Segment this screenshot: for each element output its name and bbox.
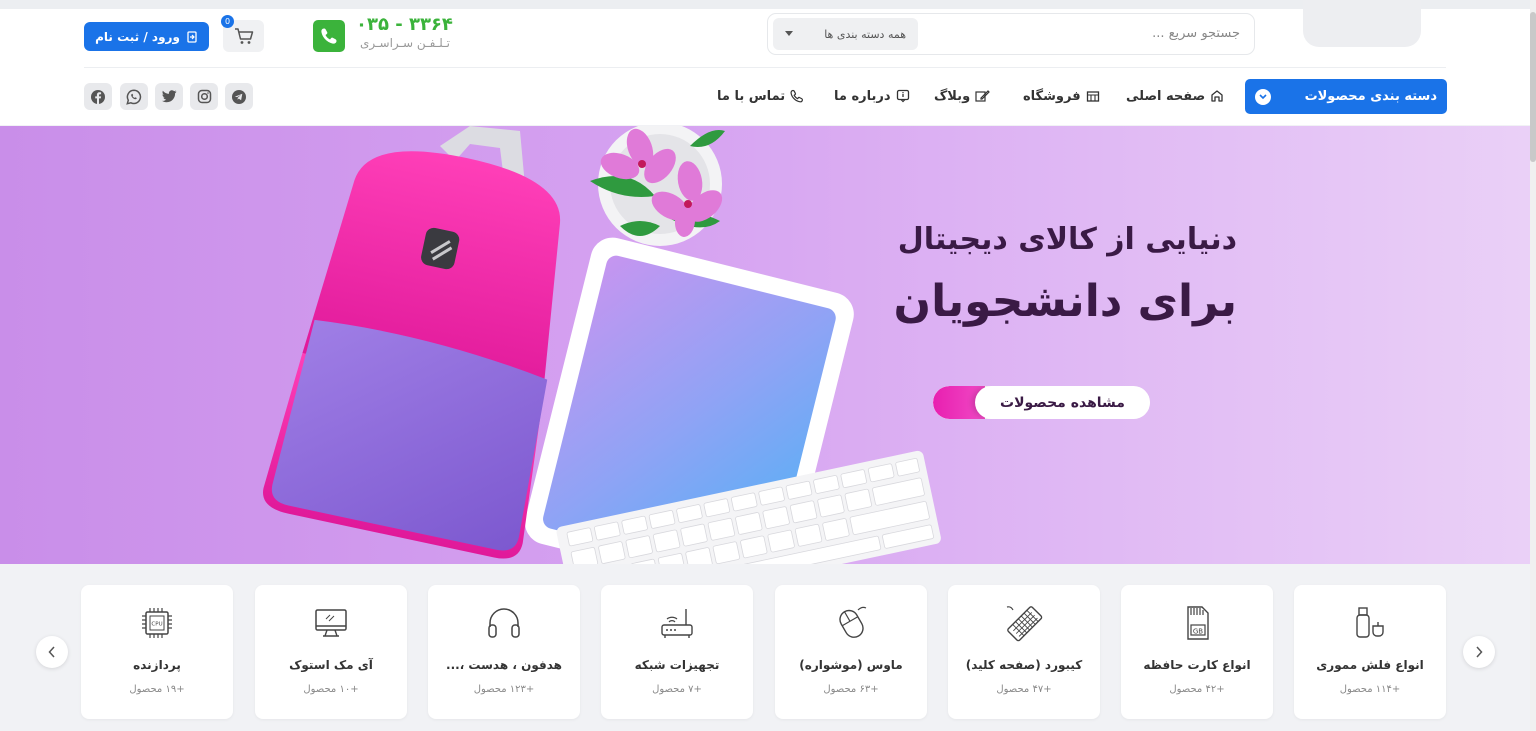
category-count: +۴۲ محصول [1169,684,1225,695]
login-icon [187,30,197,43]
hero-illustration [262,126,941,564]
category-count: +۴۷ محصول [996,684,1052,695]
login-register-button[interactable]: ورود / ثبت نام [84,22,209,51]
category-title: انواع کارت حافظه [1143,658,1251,672]
instagram-link[interactable] [190,83,218,110]
category-count: +۱۰ محصول [303,684,359,695]
phone-number: ۰۳۵ - ۳۳۶۴ [356,14,453,35]
header-divider [84,67,1446,68]
whatsapp-icon [126,89,142,105]
category-card-keyboard[interactable]: کیبورد (صفحه کلید) +۴۷ محصول [948,585,1100,719]
phone-call-icon [790,89,804,103]
chevron-down-icon [1255,88,1271,105]
category-title: هدفون ، هدست ،... [446,658,562,672]
svg-text:CPU: CPU [151,622,162,628]
usb-flash-icon [1350,603,1390,643]
phone-caption: تـلـفـن سـراسـری [360,36,450,50]
headphones-icon [484,603,524,643]
facebook-link[interactable] [84,83,112,110]
carousel-prev-button[interactable] [36,636,68,668]
cart-icon [234,28,253,44]
category-title: پردازنده [133,658,181,672]
nav-item-about[interactable]: درباره ما [834,86,910,106]
mouse-icon [831,603,871,643]
whatsapp-link[interactable] [120,83,148,110]
category-title: کیبورد (صفحه کلید) [965,658,1083,672]
category-card-imac[interactable]: آی مک استوک +۱۰ محصول [255,585,407,719]
info-icon [896,89,909,103]
cart-count-badge: 0 [221,15,234,28]
instagram-icon [197,89,211,104]
cta-label: مشاهده محصولات [975,386,1150,419]
category-select-value: همه دسته بندی ها [824,27,906,41]
category-card-mouse[interactable]: ماوس (موشواره) +۶۳ محصول [775,585,927,719]
nav-item-label: صفحه اصلی [1126,88,1206,104]
twitter-link[interactable] [155,83,183,110]
nav-item-blog[interactable]: وبلاگ [934,86,991,106]
category-title: ماوس (موشواره) [799,658,903,672]
telegram-link[interactable] [225,83,253,110]
category-card-memory-card[interactable]: GB انواع کارت حافظه +۴۲ محصول [1121,585,1273,719]
hero-headline: دنیایی از کالای دیجیتال [897,222,1237,257]
chevron-left-icon [48,646,55,658]
category-title: تجهیزات شبکه [634,658,720,672]
twitter-icon [161,90,176,103]
telegram-icon [232,89,246,104]
svg-text:GB: GB [1193,628,1203,636]
nav-item-label: فروشگاه [1023,88,1081,104]
logo-area[interactable] [1303,0,1421,47]
category-card-headphones[interactable]: هدفون ، هدست ،... +۱۲۳ محصول [428,585,580,719]
category-count: +۶۳ محصول [823,684,879,695]
hero-banner: دنیایی از کالای دیجیتال برای دانشجویان م… [0,126,1530,564]
home-icon [1211,90,1223,102]
login-label: ورود / ثبت نام [95,29,180,44]
nav-item-label: تماس با ما [717,88,786,104]
categories-button-label: دسته بندی محصولات [1304,89,1437,104]
nav-item-label: وبلاگ [934,88,971,104]
scrollbar[interactable] [1530,0,1536,731]
category-card-network[interactable]: تجهیزات شبکه +۷ محصول [601,585,753,719]
caret-down-icon [785,31,793,36]
view-products-button[interactable]: مشاهده محصولات [933,386,1150,419]
nav-item-shop[interactable]: فروشگاه [1023,86,1100,106]
scrollbar-thumb[interactable] [1530,12,1536,162]
nav-item-contact[interactable]: تماس با ما [717,86,804,106]
category-count: +۱۹ محصول [129,684,185,695]
category-title: انواع فلش مموری [1316,658,1424,672]
facebook-icon [91,89,105,104]
carousel-next-button[interactable] [1463,636,1495,668]
chevron-right-icon [1476,646,1483,658]
edit-icon [975,90,991,102]
cpu-icon: CPU [137,603,177,643]
monitor-icon [311,603,351,643]
category-count: +۱۱۴ محصول [1339,684,1401,695]
store-icon [1086,91,1099,102]
product-categories-button[interactable]: دسته بندی محصولات [1245,79,1447,114]
category-count: +۷ محصول [652,684,702,695]
category-title: آی مک استوک [289,658,373,672]
router-icon [657,603,697,643]
category-select[interactable]: همه دسته بندی ها [773,18,918,50]
keyboard-icon [1004,603,1044,643]
hero-subheadline: برای دانشجویان [893,276,1237,327]
nav-item-home[interactable]: صفحه اصلی [1126,86,1224,106]
category-card-cpu[interactable]: CPU پردازنده +۱۹ محصول [81,585,233,719]
memory-card-icon: GB [1177,603,1217,643]
search-input[interactable] [940,26,1240,41]
phone-icon [313,20,345,52]
category-card-flash-memory[interactable]: انواع فلش مموری +۱۱۴ محصول [1294,585,1446,719]
nav-item-label: درباره ما [834,88,891,104]
search-bar: همه دسته بندی ها [767,13,1255,55]
category-count: +۱۲۳ محصول [473,684,535,695]
